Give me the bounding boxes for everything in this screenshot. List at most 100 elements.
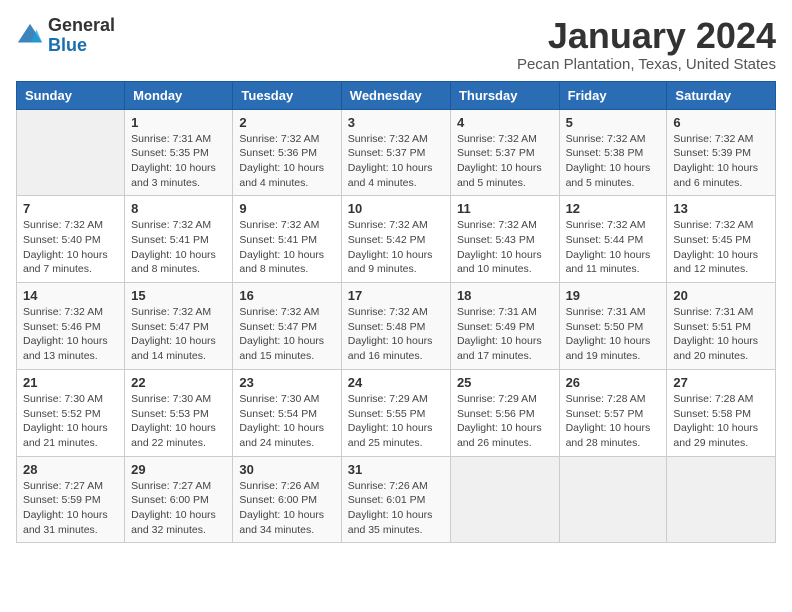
day-info: Sunrise: 7:32 AM Sunset: 5:38 PM Dayligh… xyxy=(566,132,661,191)
header-cell-sunday: Sunday xyxy=(17,81,125,109)
week-row-2: 7 Sunrise: 7:32 AM Sunset: 5:40 PM Daylig… xyxy=(17,196,776,283)
header-cell-tuesday: Tuesday xyxy=(233,81,341,109)
day-number: 2 xyxy=(239,115,334,130)
day-info: Sunrise: 7:32 AM Sunset: 5:46 PM Dayligh… xyxy=(23,305,118,364)
day-number: 13 xyxy=(673,201,769,216)
day-number: 4 xyxy=(457,115,553,130)
day-info: Sunrise: 7:28 AM Sunset: 5:58 PM Dayligh… xyxy=(673,392,769,451)
day-info: Sunrise: 7:30 AM Sunset: 5:54 PM Dayligh… xyxy=(239,392,334,451)
day-number: 29 xyxy=(131,462,226,477)
day-number: 7 xyxy=(23,201,118,216)
calendar-cell: 15Sunrise: 7:32 AM Sunset: 5:47 PM Dayli… xyxy=(125,283,233,370)
day-info: Sunrise: 7:32 AM Sunset: 5:39 PM Dayligh… xyxy=(673,132,769,191)
calendar-subtitle: Pecan Plantation, Texas, United States xyxy=(517,56,776,73)
day-number: 1 xyxy=(131,115,226,130)
calendar-cell: 25 Sunrise: 7:29 AM Sunset: 5:56 PM Dayli… xyxy=(450,369,559,456)
day-number: 27 xyxy=(673,375,769,390)
calendar-cell: 27 Sunrise: 7:28 AM Sunset: 5:58 PM Dayli… xyxy=(667,369,776,456)
day-info: Sunrise: 7:30 AM Sunset: 5:52 PM Dayligh… xyxy=(23,392,118,451)
day-info: Sunrise: 7:32 AM Sunset: 5:48 PM Dayligh… xyxy=(348,305,444,364)
calendar-cell: 17 Sunrise: 7:32 AM Sunset: 5:48 PM Dayli… xyxy=(341,283,450,370)
day-info: Sunrise: 7:26 AM Sunset: 6:00 PM Dayligh… xyxy=(239,479,334,538)
day-info: Sunrise: 7:27 AM Sunset: 6:00 PM Dayligh… xyxy=(131,479,226,538)
day-number: 20 xyxy=(673,288,769,303)
day-info: Sunrise: 7:32 AM Sunset: 5:42 PM Dayligh… xyxy=(348,218,444,277)
day-info: Sunrise: 7:32 AM Sunset: 5:37 PM Dayligh… xyxy=(457,132,553,191)
calendar-cell: 11 Sunrise: 7:32 AM Sunset: 5:43 PM Dayli… xyxy=(450,196,559,283)
header-cell-friday: Friday xyxy=(559,81,667,109)
day-number: 19 xyxy=(566,288,661,303)
day-info: Sunrise: 7:32 AM Sunset: 5:40 PM Dayligh… xyxy=(23,218,118,277)
calendar-cell: 19 Sunrise: 7:31 AM Sunset: 5:50 PM Dayli… xyxy=(559,283,667,370)
calendar-cell: 1 Sunrise: 7:31 AM Sunset: 5:35 PM Daylig… xyxy=(125,109,233,196)
day-number: 31 xyxy=(348,462,444,477)
calendar-body: 1 Sunrise: 7:31 AM Sunset: 5:35 PM Daylig… xyxy=(17,109,776,543)
calendar-cell: 29 Sunrise: 7:27 AM Sunset: 6:00 PM Dayli… xyxy=(125,456,233,543)
day-number: 3 xyxy=(348,115,444,130)
logo-general: General xyxy=(48,16,115,36)
day-info: Sunrise: 7:29 AM Sunset: 5:56 PM Dayligh… xyxy=(457,392,553,451)
day-number: 14 xyxy=(23,288,118,303)
day-info: Sunrise: 7:32 AM Sunset: 5:47 PM Dayligh… xyxy=(239,305,334,364)
calendar-cell: 30 Sunrise: 7:26 AM Sunset: 6:00 PM Dayli… xyxy=(233,456,341,543)
day-number: 9 xyxy=(239,201,334,216)
calendar-cell: 14 Sunrise: 7:32 AM Sunset: 5:46 PM Dayli… xyxy=(17,283,125,370)
header-cell-thursday: Thursday xyxy=(450,81,559,109)
calendar-cell: 8Sunrise: 7:32 AM Sunset: 5:41 PM Daylig… xyxy=(125,196,233,283)
calendar-cell: 2 Sunrise: 7:32 AM Sunset: 5:36 PM Daylig… xyxy=(233,109,341,196)
day-info: Sunrise: 7:31 AM Sunset: 5:35 PM Dayligh… xyxy=(131,132,226,191)
day-info: Sunrise: 7:32 AM Sunset: 5:36 PM Dayligh… xyxy=(239,132,334,191)
day-info: Sunrise: 7:27 AM Sunset: 5:59 PM Dayligh… xyxy=(23,479,118,538)
day-number: 28 xyxy=(23,462,118,477)
day-info: Sunrise: 7:32 AM Sunset: 5:41 PM Dayligh… xyxy=(239,218,334,277)
day-number: 18 xyxy=(457,288,553,303)
title-block: January 2024 Pecan Plantation, Texas, Un… xyxy=(517,16,776,73)
day-info: Sunrise: 7:32 AM Sunset: 5:37 PM Dayligh… xyxy=(348,132,444,191)
page-header: General Blue January 2024 Pecan Plantati… xyxy=(16,16,776,73)
logo-blue: Blue xyxy=(48,36,115,56)
day-info: Sunrise: 7:26 AM Sunset: 6:01 PM Dayligh… xyxy=(348,479,444,538)
calendar-cell: 16Sunrise: 7:32 AM Sunset: 5:47 PM Dayli… xyxy=(233,283,341,370)
day-number: 21 xyxy=(23,375,118,390)
calendar-cell: 26 Sunrise: 7:28 AM Sunset: 5:57 PM Dayli… xyxy=(559,369,667,456)
header-cell-saturday: Saturday xyxy=(667,81,776,109)
day-number: 22 xyxy=(131,375,226,390)
day-info: Sunrise: 7:32 AM Sunset: 5:45 PM Dayligh… xyxy=(673,218,769,277)
calendar-header: SundayMondayTuesdayWednesdayThursdayFrid… xyxy=(17,81,776,109)
day-number: 24 xyxy=(348,375,444,390)
day-number: 26 xyxy=(566,375,661,390)
calendar-cell: 31 Sunrise: 7:26 AM Sunset: 6:01 PM Dayli… xyxy=(341,456,450,543)
calendar-cell: 6Sunrise: 7:32 AM Sunset: 5:39 PM Daylig… xyxy=(667,109,776,196)
day-number: 10 xyxy=(348,201,444,216)
calendar-table: SundayMondayTuesdayWednesdayThursdayFrid… xyxy=(16,81,776,544)
logo: General Blue xyxy=(16,16,115,56)
calendar-cell xyxy=(450,456,559,543)
calendar-cell: 21 Sunrise: 7:30 AM Sunset: 5:52 PM Dayli… xyxy=(17,369,125,456)
day-number: 30 xyxy=(239,462,334,477)
calendar-cell: 10 Sunrise: 7:32 AM Sunset: 5:42 PM Dayli… xyxy=(341,196,450,283)
week-row-5: 28 Sunrise: 7:27 AM Sunset: 5:59 PM Dayli… xyxy=(17,456,776,543)
day-number: 8 xyxy=(131,201,226,216)
calendar-cell: 23 Sunrise: 7:30 AM Sunset: 5:54 PM Dayli… xyxy=(233,369,341,456)
day-number: 15 xyxy=(131,288,226,303)
day-number: 25 xyxy=(457,375,553,390)
day-number: 17 xyxy=(348,288,444,303)
calendar-cell: 13 Sunrise: 7:32 AM Sunset: 5:45 PM Dayli… xyxy=(667,196,776,283)
header-row: SundayMondayTuesdayWednesdayThursdayFrid… xyxy=(17,81,776,109)
calendar-cell: 28 Sunrise: 7:27 AM Sunset: 5:59 PM Dayli… xyxy=(17,456,125,543)
day-info: Sunrise: 7:31 AM Sunset: 5:51 PM Dayligh… xyxy=(673,305,769,364)
calendar-cell: 22Sunrise: 7:30 AM Sunset: 5:53 PM Dayli… xyxy=(125,369,233,456)
day-number: 11 xyxy=(457,201,553,216)
calendar-cell: 18Sunrise: 7:31 AM Sunset: 5:49 PM Dayli… xyxy=(450,283,559,370)
day-info: Sunrise: 7:28 AM Sunset: 5:57 PM Dayligh… xyxy=(566,392,661,451)
day-number: 12 xyxy=(566,201,661,216)
day-info: Sunrise: 7:31 AM Sunset: 5:50 PM Dayligh… xyxy=(566,305,661,364)
week-row-4: 21 Sunrise: 7:30 AM Sunset: 5:52 PM Dayli… xyxy=(17,369,776,456)
week-row-3: 14 Sunrise: 7:32 AM Sunset: 5:46 PM Dayli… xyxy=(17,283,776,370)
calendar-cell: 5Sunrise: 7:32 AM Sunset: 5:38 PM Daylig… xyxy=(559,109,667,196)
logo-icon xyxy=(16,22,44,50)
day-info: Sunrise: 7:32 AM Sunset: 5:43 PM Dayligh… xyxy=(457,218,553,277)
week-row-1: 1 Sunrise: 7:31 AM Sunset: 5:35 PM Daylig… xyxy=(17,109,776,196)
day-info: Sunrise: 7:32 AM Sunset: 5:44 PM Dayligh… xyxy=(566,218,661,277)
day-number: 23 xyxy=(239,375,334,390)
